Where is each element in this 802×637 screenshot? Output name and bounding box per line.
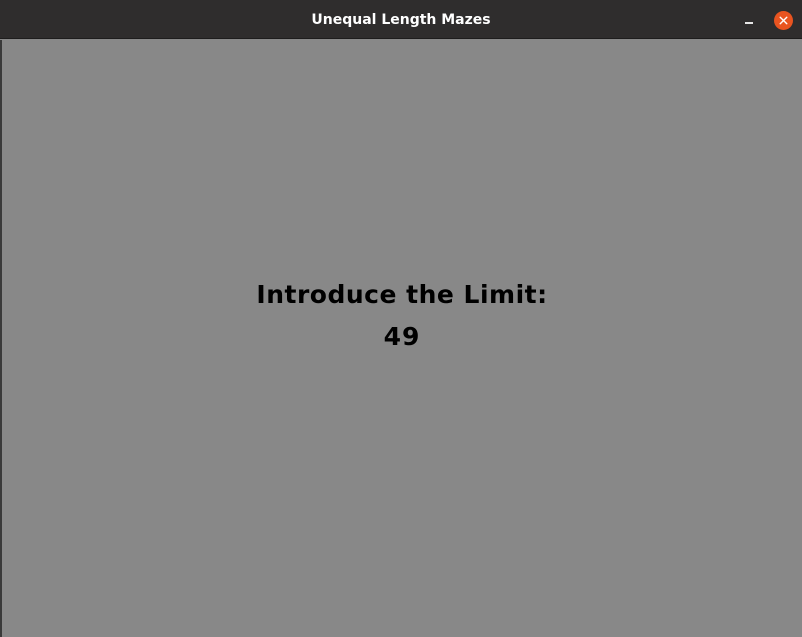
app-window: Unequal Length Mazes Introduce the Limit… (0, 0, 802, 637)
close-icon (779, 16, 788, 25)
minimize-icon (745, 22, 753, 24)
close-button[interactable] (774, 11, 793, 30)
title-bar[interactable]: Unequal Length Mazes (0, 0, 802, 39)
window-title: Unequal Length Mazes (311, 12, 491, 28)
limit-prompt-label: Introduce the Limit: (256, 280, 548, 309)
limit-value-input[interactable]: 49 (2, 322, 802, 351)
minimize-button[interactable] (739, 11, 759, 31)
main-canvas[interactable]: Introduce the Limit: 49 (2, 40, 802, 637)
